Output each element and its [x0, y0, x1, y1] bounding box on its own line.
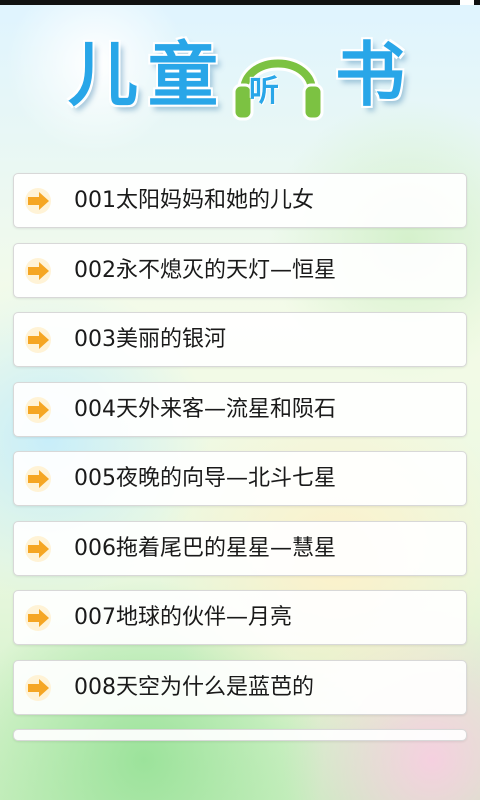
title-char-3: 听	[249, 74, 279, 109]
arrow-right-icon	[25, 257, 51, 284]
arrow-right-icon	[25, 396, 51, 423]
title-char-2: 童	[148, 34, 218, 116]
arrow-right-icon	[25, 188, 51, 214]
list-item-label: 003美丽的银河	[74, 327, 226, 352]
list-item-label: 005夜晚的向导—北斗七星	[74, 466, 336, 491]
list-item[interactable]: 005夜晚的向导—北斗七星	[13, 451, 467, 506]
status-bar	[0, 0, 480, 5]
list-item[interactable]: 006拖着尾巴的星星—慧星	[13, 520, 467, 576]
battery-icon	[460, 0, 474, 5]
title-char-4: 书	[335, 34, 405, 116]
list-item-label: 004天外来客—流星和陨石	[74, 396, 336, 422]
list-item[interactable]: 007地球的伙伴—月亮	[13, 590, 467, 645]
list-item[interactable]: 003美丽的银河	[13, 312, 467, 367]
title-char-1: 儿	[68, 34, 138, 116]
arrow-right-icon	[25, 327, 51, 353]
list-item-label: 008天空为什么是蓝芭的	[74, 674, 314, 700]
app-header: 儿 童 听 书	[0, 28, 480, 128]
arrow-right-icon	[25, 605, 51, 631]
list-item-label: 006拖着尾巴的星星—慧星	[74, 535, 336, 561]
list-item-label: 002永不熄灭的天灯—恒星	[74, 257, 336, 283]
list-item-label: 001太阳妈妈和她的儿女	[74, 188, 314, 213]
list-item[interactable]: 004天外来客—流星和陨石	[13, 381, 467, 437]
arrow-right-icon	[25, 535, 51, 562]
arrow-right-icon	[25, 674, 51, 701]
list-item-partial[interactable]	[13, 729, 467, 741]
arrow-right-icon	[25, 466, 51, 492]
list-item[interactable]: 002永不熄灭的天灯—恒星	[13, 242, 467, 298]
list-item-label: 007地球的伙伴—月亮	[74, 605, 292, 630]
list-item[interactable]: 001太阳妈妈和她的儿女	[13, 173, 467, 228]
story-list: 001太阳妈妈和她的儿女 002永不熄灭的天灯—恒星 003美丽的银河 004天…	[13, 173, 467, 756]
list-item[interactable]: 008天空为什么是蓝芭的	[13, 659, 467, 715]
